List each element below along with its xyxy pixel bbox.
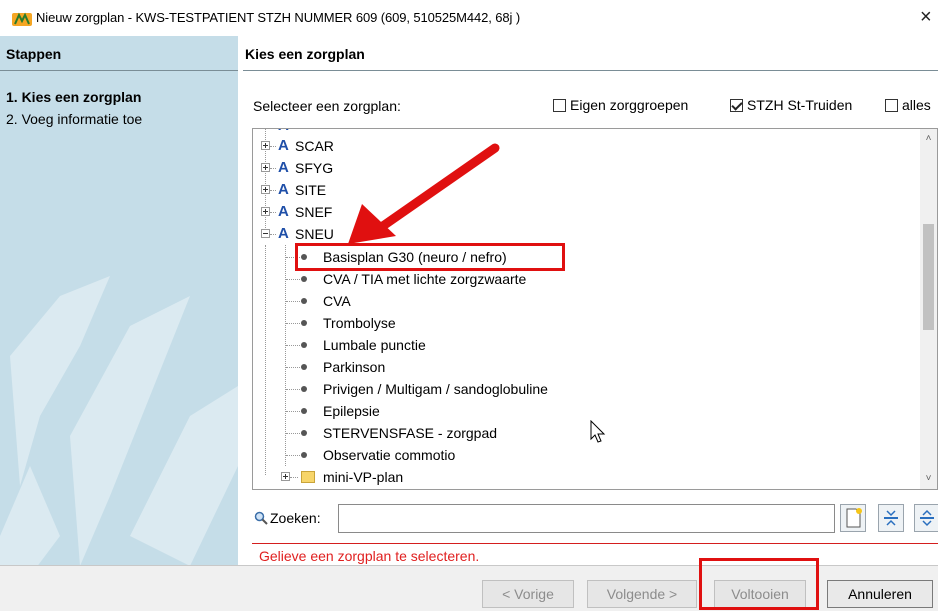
leaf-dot-icon	[301, 452, 307, 458]
new-document-button[interactable]	[840, 504, 866, 532]
leaf-dot-icon	[301, 386, 307, 392]
scroll-down-icon[interactable]: ˅	[920, 473, 937, 484]
filter-label: Eigen zorggroepen	[570, 97, 689, 113]
tree-item-trombolyse[interactable]: Trombolyse	[253, 312, 653, 334]
leaf-dot-icon	[301, 298, 307, 304]
mouse-cursor-icon	[590, 420, 606, 443]
error-message: Gelieve een zorgplan te selecteren.	[259, 548, 480, 564]
expand-all-button[interactable]	[914, 504, 938, 532]
next-button[interactable]: Volgende >	[587, 580, 697, 608]
steps-header: Stappen	[0, 36, 238, 71]
group-a-icon: A	[278, 137, 289, 154]
scroll-up-icon[interactable]: ˄	[920, 133, 937, 144]
tree-item-label: Trombolyse	[323, 315, 396, 331]
tree-folder-label: mini-VP-plan	[323, 469, 404, 485]
collapse-all-icon	[884, 510, 898, 526]
filter-label: STZH St-Truiden	[747, 97, 853, 113]
expand-icon[interactable]	[261, 185, 270, 194]
checkbox-eigen-zorggroepen[interactable]	[553, 98, 566, 112]
filter-stzh-st-truiden[interactable]: STZH St-Truiden	[730, 97, 852, 113]
expand-icon[interactable]	[261, 163, 270, 172]
tree-item-privigen[interactable]: Privigen / Multigam / sandoglobuline	[253, 378, 653, 400]
leaf-dot-icon	[301, 320, 307, 326]
group-a-icon: A	[278, 159, 289, 176]
tree-item-parkinson[interactable]: Parkinson	[253, 356, 653, 378]
tree-item-label: STERVENSFASE - zorgpad	[323, 425, 498, 441]
folder-icon	[301, 471, 315, 483]
checkbox-alles[interactable]	[885, 98, 898, 112]
tree-item-epilepsie[interactable]: Epilepsie	[253, 400, 653, 422]
expand-all-icon	[920, 509, 934, 527]
filter-label: alles	[902, 97, 931, 113]
group-a-icon: A	[278, 129, 289, 134]
steps-panel: Stappen 1. Kies een zorgplan 2. Voeg inf…	[0, 36, 238, 574]
new-document-icon	[846, 508, 862, 528]
group-a-icon: A	[278, 181, 289, 198]
expand-icon[interactable]	[261, 141, 270, 150]
tree-group-label: SCAR	[295, 138, 334, 154]
tree-item-label: CVA	[323, 293, 351, 309]
tree-item-label: CVA / TIA met lichte zorgzwaarte	[323, 271, 527, 287]
search-icon	[254, 511, 268, 525]
step-choose-plan: 1. Kies een zorgplan	[6, 89, 142, 105]
tree-item-cva[interactable]: CVA	[253, 290, 653, 312]
tree-group-label: SNEU	[295, 226, 334, 242]
leaf-dot-icon	[301, 408, 307, 414]
annotation-arrow	[348, 143, 500, 244]
steps-title: Stappen	[6, 46, 62, 62]
previous-button[interactable]: < Vorige	[482, 580, 574, 608]
group-a-icon: A	[278, 225, 289, 242]
app-logo-icon	[12, 12, 32, 26]
scroll-thumb[interactable]	[923, 224, 934, 330]
tree-group-label: SNEF	[295, 204, 333, 220]
main-header: Kies een zorgplan	[243, 36, 938, 71]
leaf-dot-icon	[301, 276, 307, 282]
filter-eigen-zorggroepen[interactable]: Eigen zorggroepen	[553, 97, 688, 113]
title-bar: Nieuw zorgplan - KWS-TESTPATIENT STZH NU…	[0, 0, 938, 36]
tree-item-label: Privigen / Multigam / sandoglobuline	[323, 381, 548, 397]
leaf-dot-icon	[301, 430, 307, 436]
tree-item-cva-tia[interactable]: CVA / TIA met lichte zorgzwaarte	[253, 268, 653, 290]
tree-item-label: Epilepsie	[323, 403, 380, 419]
main-title: Kies een zorgplan	[245, 46, 365, 62]
annotation-highlight-finish	[699, 558, 819, 610]
collapse-all-button[interactable]	[878, 504, 904, 532]
leaf-dot-icon	[301, 342, 307, 348]
error-divider	[252, 543, 938, 544]
search-label: Zoeken:	[270, 510, 321, 526]
cancel-button[interactable]: Annuleren	[827, 580, 933, 608]
tree-item-label: Observatie commotio	[323, 447, 456, 463]
step-add-info: 2. Voeg informatie toe	[6, 111, 143, 127]
tree-folder-mini-vp-plan[interactable]: mini-VP-plan	[253, 466, 653, 488]
expand-icon[interactable]	[281, 472, 290, 481]
annotation-highlight-basisplan	[295, 243, 565, 271]
tree-item-lumbale-punctie[interactable]: Lumbale punctie	[253, 334, 653, 356]
search-input[interactable]	[338, 504, 835, 533]
tree-group-label: SITE	[295, 182, 327, 198]
window-title: Nieuw zorgplan - KWS-TESTPATIENT STZH NU…	[36, 10, 521, 25]
tree-scrollbar[interactable]: ˄ ˅	[920, 129, 937, 489]
filter-alles[interactable]: alles	[885, 97, 931, 113]
tree-item-observatie-commotio[interactable]: Observatie commotio	[253, 444, 653, 466]
logo-watermark	[0, 276, 238, 574]
collapse-icon[interactable]	[261, 229, 270, 238]
close-icon[interactable]: ×	[920, 6, 932, 28]
group-a-icon: A	[278, 203, 289, 220]
select-plan-label: Selecteer een zorgplan:	[253, 98, 401, 114]
tree-group-label: SFYG	[295, 160, 334, 176]
leaf-dot-icon	[301, 364, 307, 370]
tree-item-label: Parkinson	[323, 359, 386, 375]
checkbox-stzh-st-truiden[interactable]	[730, 98, 743, 112]
tree-item-label: Lumbale punctie	[323, 337, 426, 353]
expand-icon[interactable]	[261, 207, 270, 216]
